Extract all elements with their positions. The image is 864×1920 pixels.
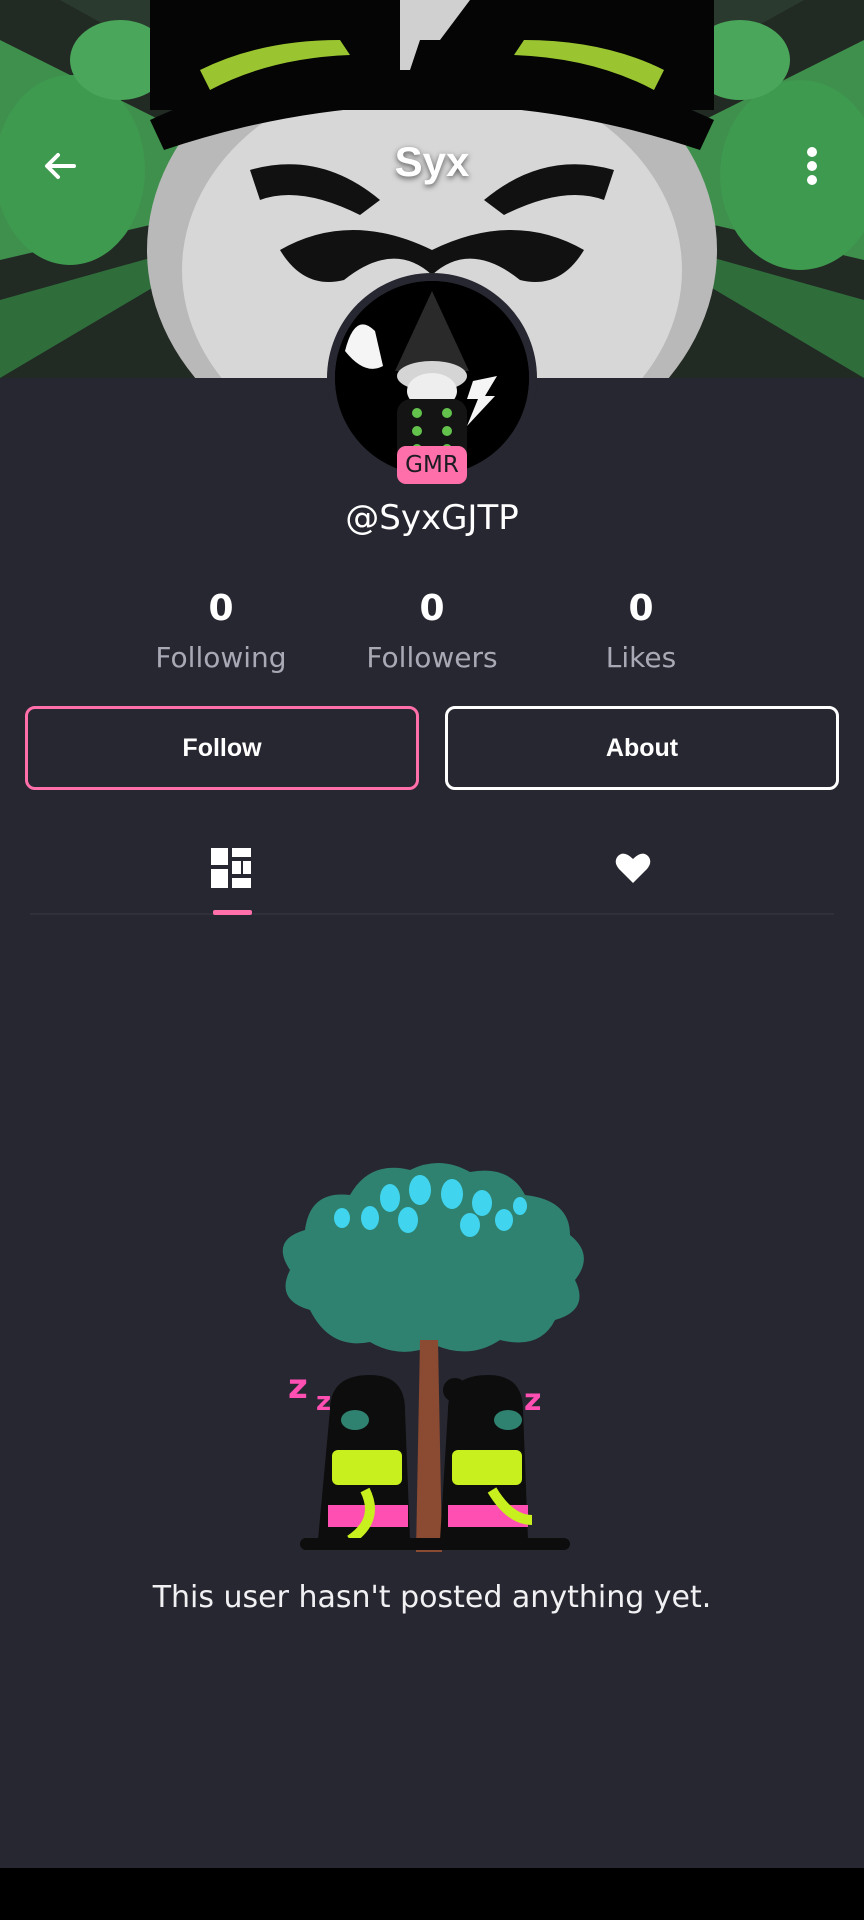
content-tabs bbox=[30, 820, 834, 915]
profile-screen: Syx GMR @SyxGJTP 0 Following 0 Followers… bbox=[0, 0, 864, 1868]
username: @SyxGJTP bbox=[345, 498, 519, 538]
stat-label: Followers bbox=[366, 641, 498, 674]
follow-button[interactable]: Follow bbox=[25, 706, 419, 790]
about-button[interactable]: About bbox=[445, 706, 839, 790]
svg-text:z: z bbox=[524, 1383, 541, 1418]
stat-likes[interactable]: 0 Likes bbox=[536, 588, 746, 674]
grid-icon bbox=[211, 847, 251, 888]
sleeping-characters-image: z z z bbox=[282, 1162, 584, 1552]
more-options-button[interactable] bbox=[780, 134, 844, 198]
stat-followers[interactable]: 0 Followers bbox=[327, 588, 537, 674]
stat-following[interactable]: 0 Following bbox=[116, 588, 326, 674]
svg-text:z: z bbox=[316, 1387, 331, 1417]
stat-label: Following bbox=[155, 641, 287, 674]
more-vertical-icon bbox=[807, 147, 817, 185]
empty-state-message: This user hasn't posted anything yet. bbox=[152, 1580, 712, 1615]
empty-state-illustration: z z z bbox=[270, 1160, 600, 1552]
gamer-badge: GMR bbox=[397, 446, 467, 484]
stat-value: 0 bbox=[628, 588, 654, 629]
tab-posts[interactable] bbox=[30, 820, 432, 915]
system-navigation-bar bbox=[0, 1868, 864, 1920]
stat-label: Likes bbox=[605, 641, 677, 674]
page-title: Syx bbox=[394, 138, 470, 185]
selected-tab-indicator bbox=[213, 910, 252, 915]
stat-value: 0 bbox=[208, 588, 234, 629]
top-app-bar: Syx bbox=[0, 120, 864, 210]
svg-text:z: z bbox=[288, 1367, 308, 1407]
tab-liked[interactable] bbox=[432, 820, 834, 915]
heart-icon bbox=[615, 853, 651, 883]
stat-value: 0 bbox=[419, 588, 445, 629]
